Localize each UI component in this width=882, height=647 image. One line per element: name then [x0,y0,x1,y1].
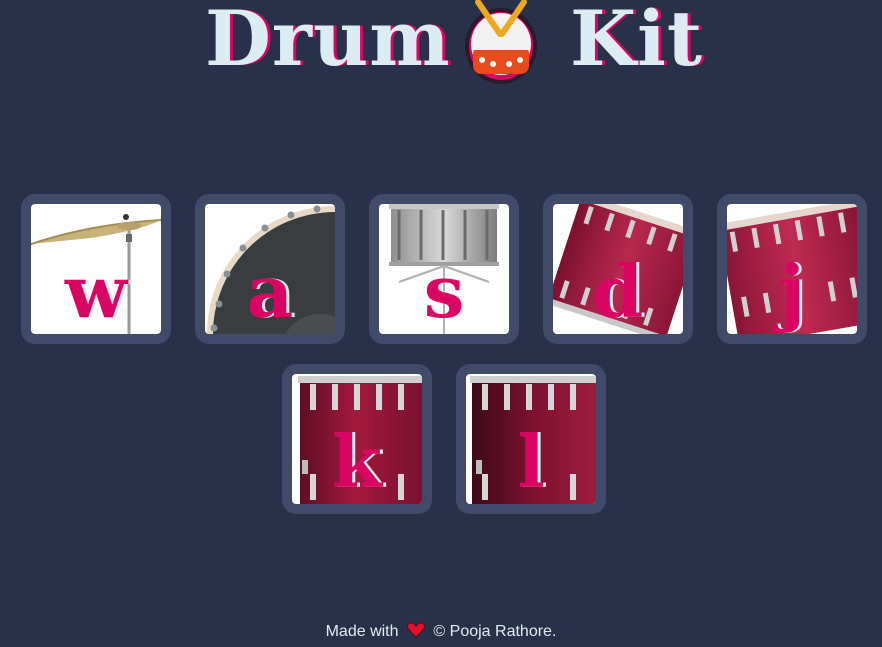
title-drum-word: Drum [205,0,451,83]
key-image-frame: k [292,374,422,504]
key-image-frame: j [727,204,857,334]
drum-key-k[interactable]: k [282,364,432,514]
key-image-frame: a [205,204,335,334]
key-letter: k [332,419,382,504]
drum-key-s[interactable]: s [369,194,519,344]
drum-kit-page: Drum Kit w a s d j k l Made with © Pooja… [0,0,882,647]
key-letter: l [517,419,545,504]
key-image-frame: s [379,204,509,334]
key-image-frame: w [31,204,161,334]
footer-made-with: Made with [325,623,399,640]
key-letter: a [246,249,294,334]
drum-icon [465,0,537,84]
drum-key-a[interactable]: a [195,194,345,344]
footer: Made with © Pooja Rathore. [0,620,882,644]
page-title: Drum Kit [0,0,882,90]
key-image-frame: d [553,204,683,334]
key-letter: s [423,249,465,334]
footer-credit: © Pooja Rathore. [433,623,557,640]
drum-key-d[interactable]: d [543,194,693,344]
key-letter: j [778,249,806,334]
drum-key-j[interactable]: j [717,194,867,344]
title-kit-word: Kit [570,0,704,83]
heart-icon [407,622,425,638]
key-image-frame: l [466,374,596,504]
drum-key-l[interactable]: l [456,364,606,514]
key-letter: w [65,249,127,334]
drum-key-w[interactable]: w [21,194,171,344]
key-letter: d [592,249,644,334]
